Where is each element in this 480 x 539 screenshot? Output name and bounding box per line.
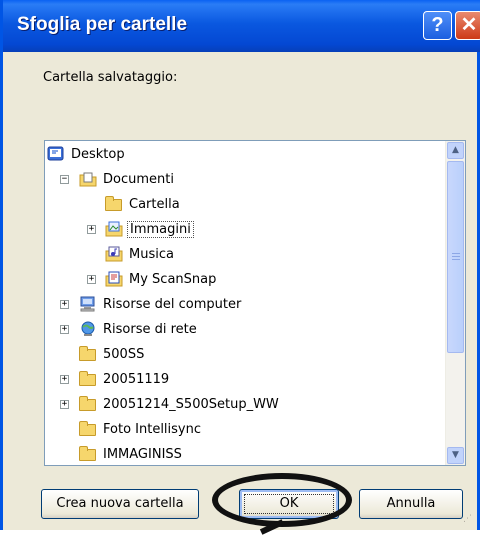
pictures-folder-icon	[105, 221, 123, 237]
tree-item-label: Musica	[129, 246, 174, 262]
cancel-button[interactable]: Annulla	[359, 489, 463, 519]
folder-icon	[79, 371, 97, 387]
scroll-up-button[interactable]: ▲	[447, 142, 464, 159]
expand-toggle[interactable]: +	[87, 275, 96, 284]
close-button[interactable]: ✕	[455, 11, 480, 40]
tree-item-label: Desktop	[71, 146, 125, 162]
resize-grip-icon[interactable]: ⋰	[463, 514, 473, 524]
tree-item-risorse-di-rete[interactable]: Risorse di rete	[79, 318, 197, 340]
tree-item-label: 500SS	[103, 346, 145, 362]
new-folder-button[interactable]: Crea nuova cartella	[41, 489, 199, 519]
scansnap-folder-icon	[105, 271, 123, 287]
documents-folder-icon	[79, 171, 97, 187]
tree-item-label: Documenti	[103, 171, 174, 187]
tree-item-immagini[interactable]: Immagini	[105, 218, 194, 240]
tree-item-documenti[interactable]: Documenti	[79, 168, 174, 190]
music-folder-icon	[105, 246, 123, 262]
tree-item-immaginiss[interactable]: IMMAGINISS	[79, 443, 182, 465]
folder-icon	[105, 196, 123, 212]
tree-item-500ss[interactable]: 500SS	[79, 343, 144, 365]
tree-item-my-scansnap[interactable]: My ScanSnap	[105, 268, 216, 290]
folder-icon	[79, 421, 97, 437]
expand-toggle[interactable]: +	[87, 225, 96, 234]
title-bar[interactable]: Sfoglia per cartelle ? ✕	[3, 0, 480, 52]
folder-icon	[79, 446, 97, 462]
folder-browser-dialog: Sfoglia per cartelle ? ✕ Cartella salvat…	[0, 0, 480, 530]
tree-item-musica[interactable]: Musica	[105, 243, 174, 265]
desktop-icon	[47, 146, 65, 162]
tree-item-20051119[interactable]: 20051119	[79, 368, 169, 390]
tree-item-label: 20051119	[103, 371, 170, 387]
ok-button[interactable]: OK	[239, 489, 339, 519]
collapse-toggle[interactable]: −	[60, 175, 69, 184]
vertical-scrollbar[interactable]: ▲ ▼	[445, 141, 465, 465]
scrollbar-thumb[interactable]	[447, 161, 464, 353]
tree-item-label: Risorse di rete	[103, 321, 197, 337]
tree-item-label: 20051214_S500Setup_WW	[103, 396, 279, 412]
expand-toggle[interactable]: +	[60, 325, 69, 334]
focus-rectangle	[244, 494, 334, 514]
tree-item-label: Cartella	[129, 196, 180, 212]
folder-icon	[79, 346, 97, 362]
folder-icon	[79, 396, 97, 412]
tree-item-20051214-s500setup-ww[interactable]: 20051214_S500Setup_WW	[79, 393, 279, 415]
expand-toggle[interactable]: +	[60, 300, 69, 309]
computer-icon	[79, 296, 97, 312]
network-icon	[79, 321, 97, 337]
scroll-down-button[interactable]: ▼	[447, 447, 464, 464]
help-button[interactable]: ?	[423, 11, 452, 40]
tree-item-cartella[interactable]: Cartella	[105, 193, 180, 215]
tree-item-desktop[interactable]: Desktop	[47, 143, 125, 165]
tree-item-label: My ScanSnap	[129, 271, 217, 287]
expand-toggle[interactable]: +	[60, 400, 69, 409]
tree-item-foto-intellisync[interactable]: Foto Intellisync	[79, 418, 201, 440]
tree-item-label: Immagini	[127, 220, 194, 238]
tree-item-risorse-del-computer[interactable]: Risorse del computer	[79, 293, 241, 315]
tree-item-label: Foto Intellisync	[103, 421, 202, 437]
window-title: Sfoglia per cartelle	[17, 14, 188, 35]
destination-folder-label: Cartella salvataggio:	[43, 70, 178, 85]
expand-toggle[interactable]: +	[60, 375, 69, 384]
tree-item-label: Risorse del computer	[103, 296, 242, 312]
tree-item-label: IMMAGINISS	[103, 446, 182, 462]
folder-tree[interactable]: Desktop − Documenti Cartella + Immagini	[44, 140, 466, 466]
